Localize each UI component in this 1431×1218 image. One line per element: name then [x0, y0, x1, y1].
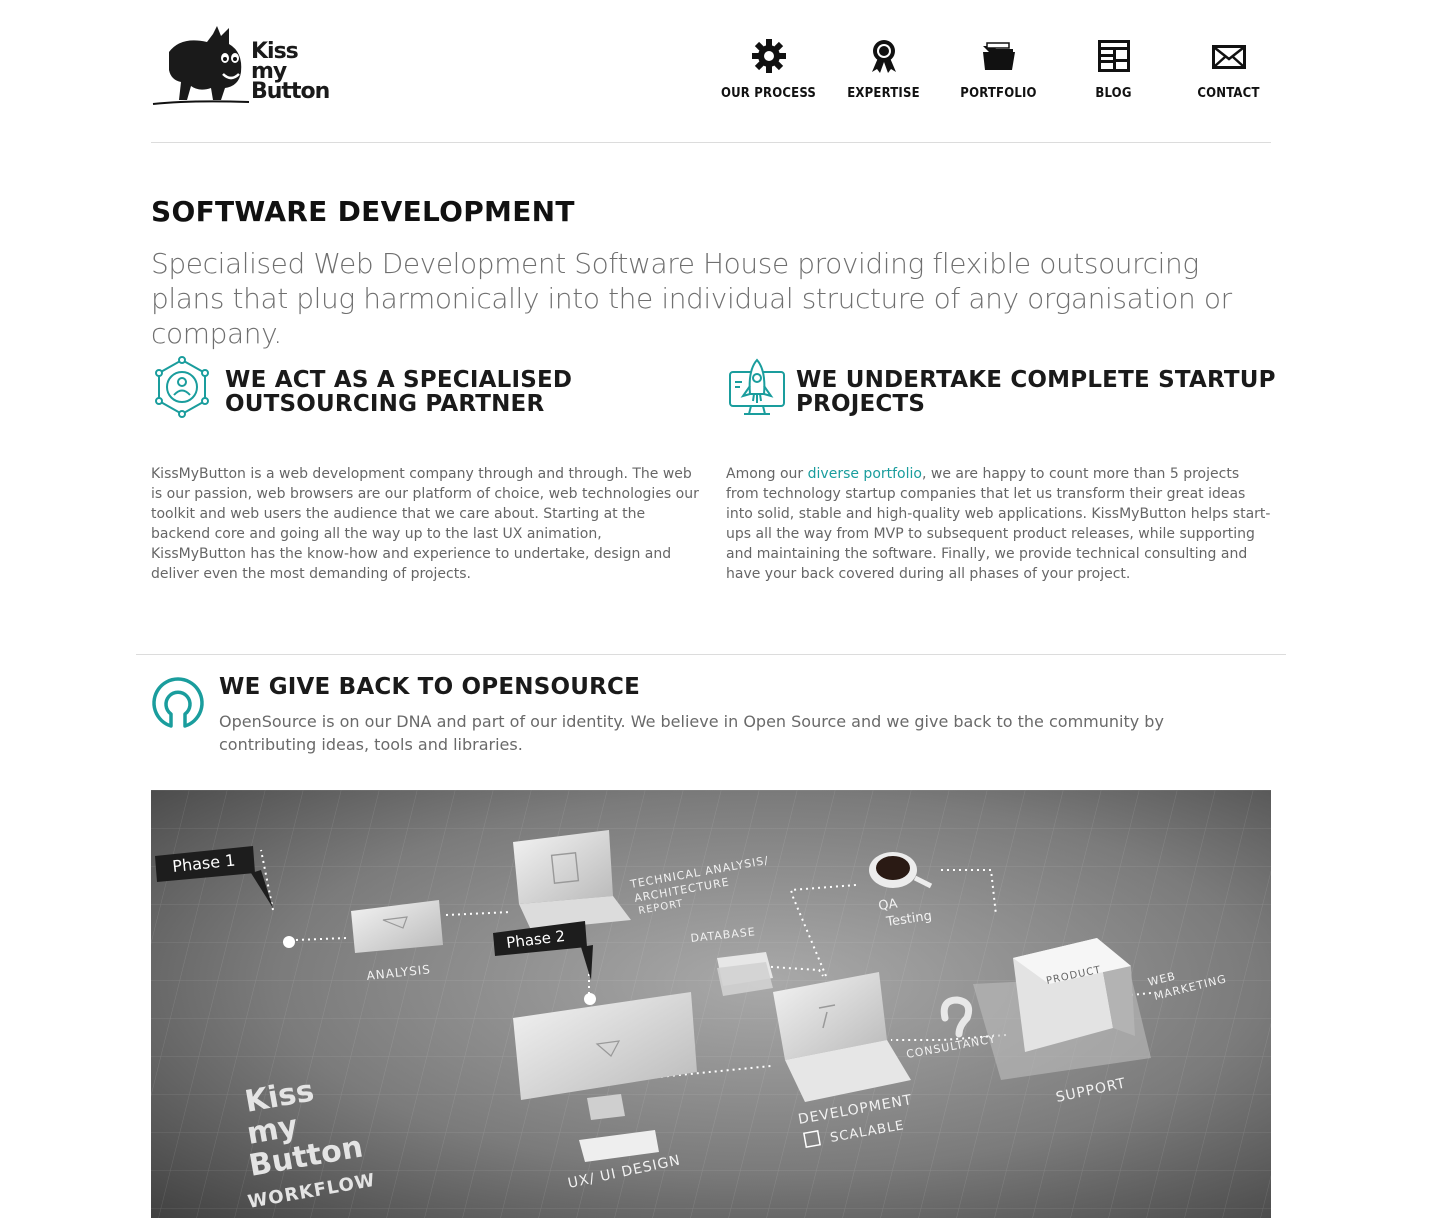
folder-icon: [982, 42, 1015, 70]
diverse-portfolio-link[interactable]: diverse portfolio: [808, 466, 922, 482]
rocket-monitor-icon: [729, 358, 785, 415]
nav-portfolio[interactable]: PORTFOLIO: [941, 38, 1056, 101]
feature-heading: WE ACT AS A SPECIALISED OUTSOURCING PART…: [225, 368, 572, 416]
feature-heading: WE UNDERTAKE COMPLETE STARTUP PROJECTS: [796, 368, 1276, 416]
feature-text: Among our diverse portfolio, we are happ…: [726, 464, 1276, 584]
donkey-mascot-icon: [152, 26, 250, 105]
feature-text: KissMyButton is a web development compan…: [151, 466, 699, 582]
feature-heading-line2: PROJECTS: [796, 391, 926, 417]
opensource-text: OpenSource is on our DNA and part of our…: [219, 712, 1164, 754]
section-divider: [136, 654, 1286, 655]
network-people-icon: [155, 356, 209, 418]
page-title: SOFTWARE DEVELOPMENT: [151, 195, 575, 228]
envelope-icon: [1211, 45, 1246, 69]
intro-text: Specialised Web Development Software Hou…: [151, 247, 1232, 350]
logo-word-button: Button: [251, 79, 330, 104]
blog-layout-icon: [1097, 40, 1130, 72]
nav-expertise[interactable]: EXPERTISE: [826, 38, 941, 101]
workflow-diagram: Phase 1 ANALYSIS TECHNICAL ANALYSIS/ ARC…: [151, 790, 1271, 1218]
kissmybutton-logo[interactable]: Kiss my Button: [151, 22, 341, 108]
nav-label: BLOG: [1095, 86, 1132, 101]
gear-icon: [751, 39, 786, 73]
award-ribbon-icon: [871, 40, 896, 73]
nav-our-process[interactable]: OUR PROCESS: [711, 38, 826, 101]
feature-heading-line1: WE ACT AS A SPECIALISED: [225, 367, 573, 393]
feature-text-after-link: , we are happy to count more than 5 proj…: [726, 466, 1271, 582]
feature-heading-line1: WE UNDERTAKE COMPLETE STARTUP: [796, 367, 1276, 393]
main-nav: OUR PROCESS EXPERTISE PORTFOLIO BLOG CON…: [711, 38, 1286, 101]
nav-label: PORTFOLIO: [960, 86, 1037, 101]
opensource-icon: [152, 677, 204, 728]
workflow-illustration: Phase 1 ANALYSIS TECHNICAL ANALYSIS/ ARC…: [151, 790, 1271, 1218]
nav-blog[interactable]: BLOG: [1056, 38, 1171, 101]
feature-text-before-link: Among our: [726, 466, 808, 482]
header-divider: [151, 142, 1271, 143]
opensource-heading: WE GIVE BACK TO OPENSOURCE: [219, 674, 640, 700]
nav-label: EXPERTISE: [847, 86, 920, 101]
nav-label: CONTACT: [1197, 86, 1260, 101]
logo-wordmark: Kiss my Button: [251, 41, 330, 104]
nav-contact[interactable]: CONTACT: [1171, 38, 1286, 101]
feature-heading-line2: OUTSOURCING PARTNER: [225, 391, 545, 417]
qa-label-1: QA: [877, 896, 898, 914]
nav-label: OUR PROCESS: [720, 86, 817, 101]
